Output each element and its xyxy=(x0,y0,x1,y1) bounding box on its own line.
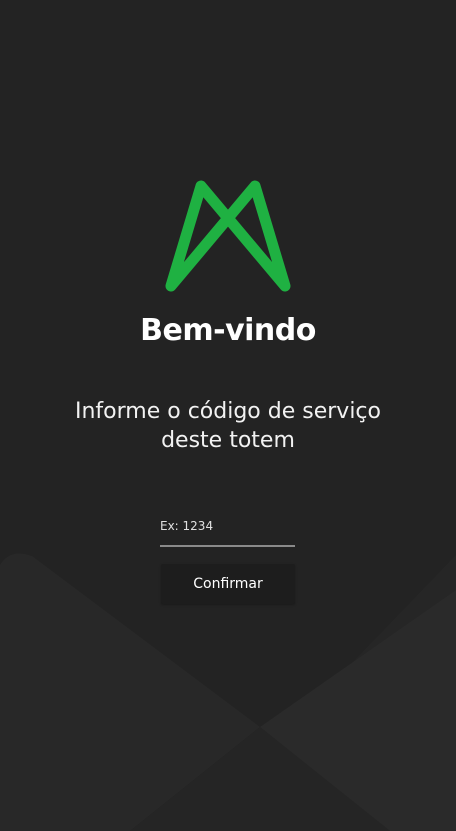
confirm-button[interactable]: Confirmar xyxy=(161,564,295,604)
welcome-screen: Bem-vindo Informe o código de serviço de… xyxy=(0,0,456,831)
service-code-input[interactable] xyxy=(160,515,295,547)
prompt-line-2: deste totem xyxy=(161,428,295,453)
welcome-title: Bem-vindo xyxy=(140,313,316,348)
service-code-prompt: Informe o código de serviço deste totem xyxy=(20,397,436,455)
brand-logo-icon xyxy=(165,180,291,292)
prompt-line-1: Informe o código de serviço xyxy=(75,399,381,424)
